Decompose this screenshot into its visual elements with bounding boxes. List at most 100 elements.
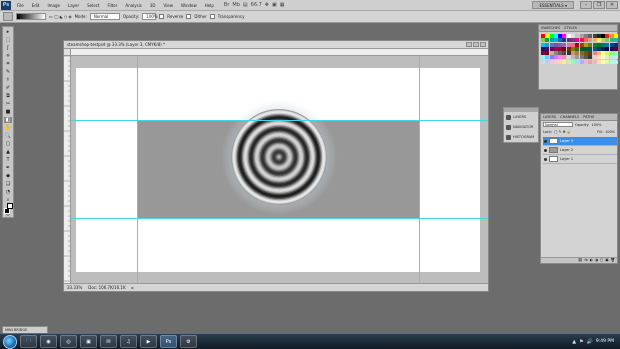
document-tab[interactable]: steamshop-testpsd @ 33.3% (Layer 3, CMYK…	[64, 41, 488, 49]
menu-layer[interactable]: Layer	[64, 3, 83, 8]
opacity-input[interactable]: 100%	[142, 13, 158, 20]
doc-size-readout[interactable]: Doc: 106.7K/16.1K	[88, 284, 125, 291]
3d-orbit-tool-icon[interactable]: ❏	[4, 181, 12, 187]
tool-preset-picker[interactable]	[3, 12, 13, 21]
3d-rotate-tool-icon[interactable]: ◆	[4, 173, 12, 179]
taskbar-browser[interactable]: ◉	[40, 335, 57, 348]
taskbar-app[interactable]: ▣	[80, 335, 97, 348]
menu-3d[interactable]: 3D	[146, 3, 160, 8]
restore-button[interactable]: ❐	[593, 1, 605, 9]
taskbar-media[interactable]: ▶	[140, 335, 157, 348]
minimize-button[interactable]: –	[580, 1, 592, 9]
taskbar-mail[interactable]: ✉	[100, 335, 117, 348]
visibility-eye-icon[interactable]	[544, 139, 547, 143]
dock-item-navigator[interactable]: NAVIGATOR	[504, 122, 538, 132]
link-layers-icon[interactable]: ⛓	[578, 258, 582, 263]
layer-mask-icon[interactable]: ◐	[590, 258, 593, 263]
path-select-tool-icon[interactable]: ▲	[4, 149, 12, 155]
reverse-checkbox[interactable]	[159, 14, 165, 19]
menu-window[interactable]: Window	[177, 3, 201, 8]
type-tool-icon[interactable]: T	[4, 157, 12, 163]
tray-expand-icon[interactable]: ▲	[572, 339, 576, 345]
dock-item-layers[interactable]: LAYERS	[504, 112, 538, 122]
system-clock[interactable]: 9:49 PM	[596, 339, 614, 344]
shape-tool-icon[interactable]: ✒	[4, 165, 12, 171]
dock-item-histogram[interactable]: HISTOGRAM	[504, 132, 538, 142]
color-swatches[interactable]	[3, 203, 13, 214]
gradient-types[interactable]: ▭ ◯ ◣ ◇ ◈	[49, 14, 72, 19]
taskbar-browser-2[interactable]: ◎	[60, 335, 77, 348]
brush-tool-icon[interactable]: ✐	[4, 85, 12, 91]
menu-image[interactable]: Image	[43, 3, 64, 8]
screen-mode-icon[interactable]: ▦	[280, 2, 285, 8]
quick-select-tool-icon[interactable]: ⟡	[4, 53, 12, 59]
taskbar-explorer[interactable]: 🗀	[20, 335, 37, 348]
tab-channels[interactable]: CHANNELS	[560, 114, 579, 120]
action-center-icon[interactable]: ⚑	[579, 339, 583, 345]
marquee-tool-icon[interactable]: ⬚	[4, 37, 12, 43]
volume-icon[interactable]: 🔊	[587, 339, 593, 345]
visibility-eye-icon[interactable]	[544, 157, 547, 161]
new-group-icon[interactable]: ▢	[600, 258, 603, 263]
bridge-icon[interactable]: Br	[224, 2, 230, 8]
guide-horizontal[interactable]	[71, 120, 488, 121]
tab-styles[interactable]: STYLES	[564, 25, 577, 31]
swatch-color[interactable]	[614, 59, 619, 64]
doc-maximize-button[interactable]	[473, 42, 479, 47]
start-button[interactable]	[3, 334, 17, 349]
doc-minimize-button[interactable]	[466, 42, 472, 47]
clone-stamp-tool-icon[interactable]: ⧉	[4, 93, 12, 99]
guide-horizontal[interactable]	[71, 218, 488, 219]
extras-icon[interactable]: ▤	[243, 2, 248, 8]
menu-filter[interactable]: Filter	[103, 3, 121, 8]
zoom-level-icon[interactable]: 66.7	[251, 2, 262, 8]
taskbar-settings[interactable]: ⚙	[180, 335, 197, 348]
dodge-tool-icon[interactable]: 🔍	[4, 133, 12, 139]
pen-tool-icon[interactable]: ▢	[4, 141, 12, 147]
adjustment-layer-icon[interactable]: ◑	[595, 258, 598, 263]
taskbar-photoshop[interactable]: Ps	[160, 335, 177, 348]
mode-select[interactable]: Normal	[89, 13, 120, 20]
transparency-checkbox[interactable]	[209, 14, 215, 19]
visibility-eye-icon[interactable]	[544, 148, 547, 152]
close-button[interactable]: ✕	[606, 1, 618, 9]
layer-style-icon[interactable]: fx	[584, 258, 587, 263]
fill-input[interactable]: 100%	[605, 130, 615, 134]
tab-swatches[interactable]: SWATCHES	[541, 25, 560, 31]
taskbar-music[interactable]: ♫	[120, 335, 137, 348]
lasso-tool-icon[interactable]: ʃ	[4, 45, 12, 51]
menu-select[interactable]: Select	[83, 3, 103, 8]
eyedropper-tool-icon[interactable]: ✎	[4, 69, 12, 75]
menu-view[interactable]: View	[160, 3, 178, 8]
guide-vertical[interactable]	[137, 56, 138, 285]
gradient-tool-icon[interactable]: ◧	[4, 117, 12, 123]
vertical-ruler[interactable]	[64, 56, 71, 285]
workspace-switcher[interactable]: ESSENTIALS ▾	[532, 1, 574, 9]
hand-tool-icon[interactable]: ◔	[4, 189, 12, 195]
history-brush-tool-icon[interactable]: ✂	[4, 101, 12, 107]
mini-bridge-icon[interactable]: Mb	[232, 2, 240, 8]
move-tool-icon[interactable]: ▸	[4, 29, 12, 35]
healing-tool-icon[interactable]: ⚕	[4, 77, 12, 83]
menu-help[interactable]: Help	[201, 3, 218, 8]
dither-checkbox[interactable]	[186, 14, 192, 19]
delete-layer-icon[interactable]: 🗑	[611, 258, 615, 263]
layer-opacity-input[interactable]: 100%	[591, 123, 601, 127]
crop-tool-icon[interactable]: ⌗	[4, 61, 12, 67]
hand-tool-icon[interactable]: ✥	[265, 2, 269, 8]
blend-mode-select[interactable]: Normal	[543, 122, 573, 127]
ruler-origin[interactable]	[64, 49, 71, 56]
arrange-documents-icon[interactable]: ▣	[272, 2, 277, 8]
blur-tool-icon[interactable]: ✋	[4, 125, 12, 131]
status-arrow-icon[interactable]: ▸	[132, 284, 134, 291]
menu-edit[interactable]: Edit	[28, 3, 44, 8]
layer-row-layer-1[interactable]: Layer 1	[543, 155, 617, 164]
tab-paths[interactable]: PATHS	[583, 114, 594, 120]
tab-layers[interactable]: LAYERS	[543, 114, 556, 120]
new-layer-icon[interactable]: ▣	[605, 258, 608, 263]
pasteboard[interactable]	[71, 56, 488, 285]
background-color[interactable]	[6, 203, 13, 209]
eraser-tool-icon[interactable]: ■	[4, 109, 12, 115]
zoom-readout[interactable]: 33.33%	[67, 284, 82, 291]
gradient-picker[interactable]	[16, 13, 46, 20]
